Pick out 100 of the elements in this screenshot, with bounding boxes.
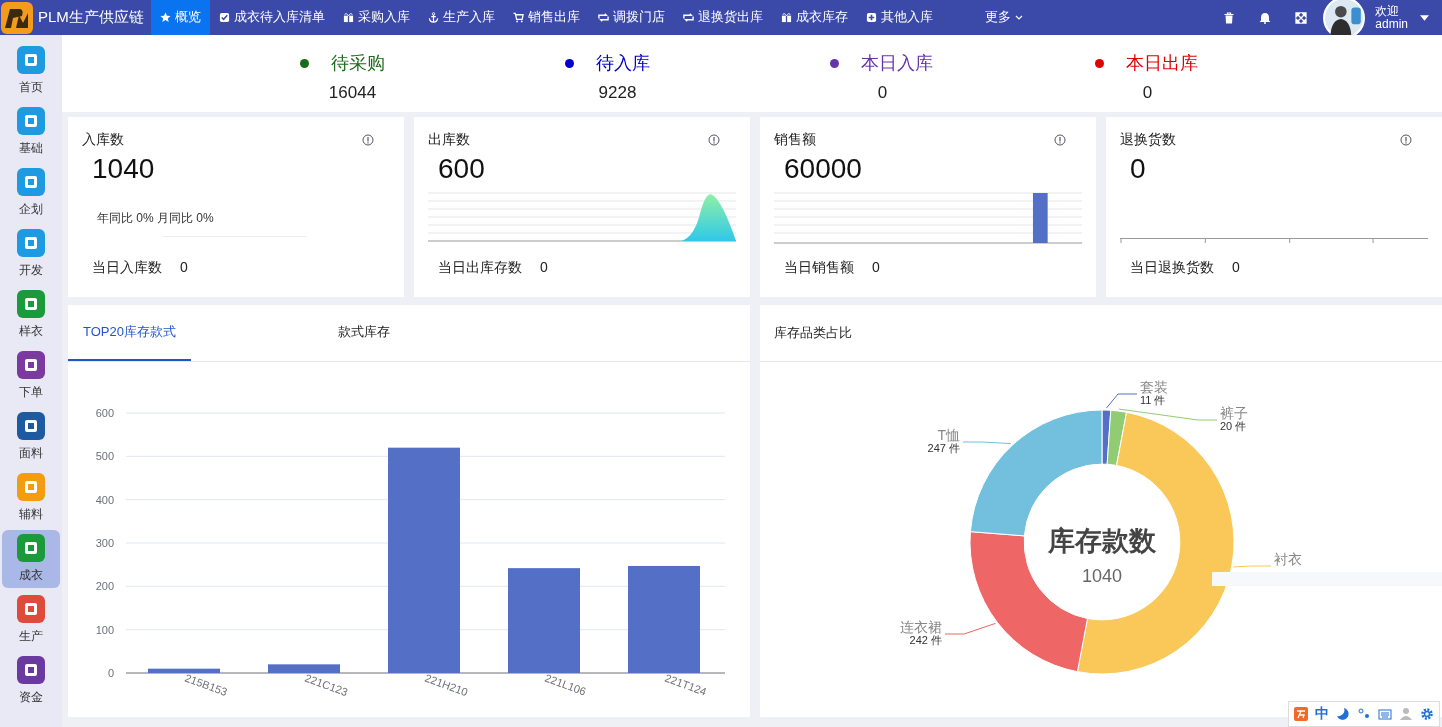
footer-label: 当日入库数 — [92, 259, 162, 277]
leader-line — [944, 622, 997, 635]
slice-label: 衬衣 — [1274, 551, 1302, 567]
ime-logo-icon[interactable] — [1294, 707, 1308, 721]
sidebar-item[interactable]: 面料 — [2, 408, 60, 466]
stat-label: 本日入库 — [861, 52, 933, 75]
compare-text: 年同比 0% 月同比 0% — [97, 210, 214, 227]
ime-mode[interactable]: 中 — [1315, 705, 1329, 723]
slice-label: 套装 — [1140, 379, 1168, 395]
app-title: PLM生产供应链 — [38, 8, 144, 27]
leader-line — [1233, 565, 1272, 568]
nav-tab[interactable]: 生产入库 — [419, 0, 504, 35]
more-menu[interactable]: 更多 — [976, 0, 1032, 35]
card-title: 入库数 — [82, 131, 124, 149]
gift-icon — [781, 12, 792, 23]
slice-value: 20 件 — [1220, 420, 1247, 432]
footer-label: 当日出库存数 — [438, 259, 522, 277]
user-name: admin — [1375, 17, 1408, 31]
stat-label: 待入库 — [596, 52, 650, 75]
check-icon — [219, 12, 230, 23]
leader-line — [962, 441, 1012, 445]
chart-tab[interactable]: 款式库存 — [322, 305, 405, 361]
sidebar-item[interactable]: 基础 — [2, 103, 60, 161]
axis-label: 200 — [95, 580, 114, 593]
center-title: 库存款数 — [1048, 526, 1156, 556]
info-icon[interactable] — [1054, 134, 1066, 146]
chevron-icon — [1015, 15, 1023, 20]
sidebar-item[interactable]: 资金 — [2, 652, 60, 710]
anchor-icon — [428, 12, 439, 23]
card-title: 销售额 — [774, 131, 816, 149]
star-icon — [160, 12, 171, 23]
nav-tab[interactable]: 其他入库 — [857, 0, 942, 35]
nav-tab[interactable]: 调拨门店 — [589, 0, 674, 35]
greeting: 欢迎 — [1375, 4, 1401, 18]
logo-icon — [0, 0, 34, 35]
card-value: 60000 — [784, 153, 863, 185]
cart-icon — [513, 12, 524, 23]
card-title: 退换货数 — [1120, 131, 1176, 149]
center-value: 1040 — [1082, 566, 1122, 586]
stat-label: 本日出库 — [1126, 52, 1198, 75]
info-icon[interactable] — [1400, 134, 1412, 146]
axis-label: 0 — [107, 667, 114, 679]
sidebar-item[interactable]: 企划 — [2, 164, 60, 222]
bell-icon[interactable] — [1259, 11, 1272, 24]
swap-icon — [683, 12, 694, 23]
bar — [268, 664, 340, 673]
plus-icon — [866, 12, 877, 23]
slice-label: T恤 — [937, 427, 960, 443]
nav-tab[interactable]: 成衣库存 — [772, 0, 857, 35]
trash-icon[interactable] — [1223, 11, 1236, 24]
stat-value: 0 — [876, 83, 889, 103]
footer-value: 0 — [540, 259, 548, 277]
card-value: 1040 — [92, 153, 156, 185]
stat-value: 9228 — [597, 83, 638, 103]
nav-tab[interactable]: 成衣待入库清单 — [210, 0, 334, 35]
axis-label: 300 — [95, 537, 114, 549]
chart-tab[interactable]: TOP20库存款式 — [68, 305, 191, 361]
nav-tab[interactable]: 概览 — [151, 0, 210, 35]
footer-value: 0 — [180, 259, 188, 277]
slice-value: 242 件 — [909, 634, 942, 646]
sidebar-item[interactable]: 辅料 — [2, 469, 60, 527]
sidebar-item[interactable]: 首页 — [2, 42, 60, 100]
info-icon[interactable] — [362, 134, 374, 146]
footer-value: 0 — [1232, 259, 1240, 277]
slice-label: 裤子 — [1220, 405, 1248, 421]
swap-icon — [598, 12, 609, 23]
card-value: 0 — [1130, 153, 1147, 185]
sidebar-item[interactable]: 样衣 — [2, 286, 60, 344]
info-icon[interactable] — [708, 134, 720, 146]
fullscreen-icon[interactable] — [1295, 11, 1308, 24]
nav-tab[interactable]: 销售出库 — [504, 0, 589, 35]
stat-value: 0 — [1141, 83, 1154, 103]
moon-icon[interactable] — [1336, 707, 1350, 721]
axis-label: 500 — [95, 450, 114, 463]
keyboard-icon[interactable] — [1378, 707, 1392, 721]
sidebar-item[interactable]: 开发 — [2, 225, 60, 283]
gift-icon — [343, 12, 354, 23]
settings-icon[interactable] — [1420, 707, 1434, 721]
nav-tab[interactable]: 采购入库 — [334, 0, 419, 35]
sidebar-item[interactable]: 下单 — [2, 347, 60, 405]
footer-label: 当日销售额 — [784, 259, 854, 277]
footer-value: 0 — [872, 259, 880, 277]
panel-title: 库存品类占比 — [774, 324, 852, 342]
card-title: 出库数 — [428, 131, 470, 149]
axis-label: 400 — [95, 493, 114, 506]
slice-value: 247 件 — [927, 442, 960, 454]
slice-value: 11 件 — [1140, 394, 1166, 406]
axis-label: 600 — [95, 407, 114, 419]
sidebar-item[interactable]: 生产 — [2, 591, 60, 649]
axis-label: 100 — [95, 623, 114, 636]
sidebar-item[interactable]: 成衣 — [2, 530, 60, 588]
stat-label: 待采购 — [331, 52, 385, 75]
nav-tab[interactable]: 退换货出库 — [674, 0, 772, 35]
footer-label: 当日退换货数 — [1130, 259, 1214, 277]
bar — [148, 668, 220, 673]
punctuation-icon[interactable] — [1357, 707, 1371, 721]
caret-icon[interactable] — [1420, 14, 1429, 21]
stat-value: 16044 — [327, 83, 378, 103]
slice-label: 连衣裙 — [900, 619, 942, 635]
card-value: 600 — [438, 153, 486, 185]
